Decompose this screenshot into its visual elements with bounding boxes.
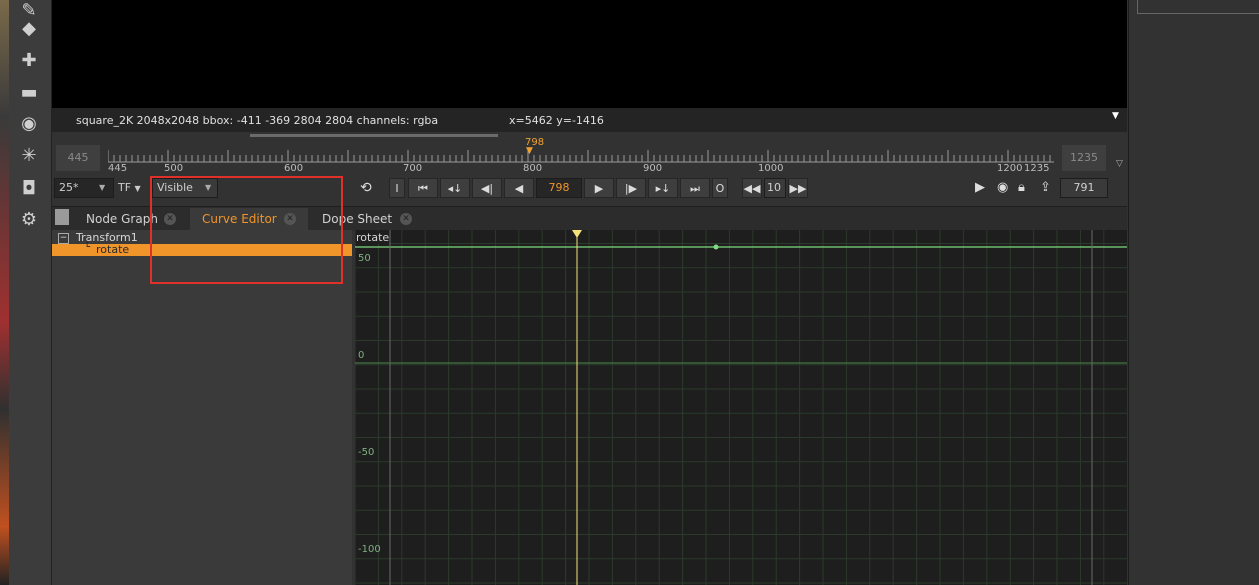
tick-label: 1200 (997, 163, 1023, 174)
skip-start-icon: ⏮ (418, 182, 428, 195)
collapse-icon[interactable]: − (58, 233, 69, 244)
cursor-coords: x=5462 y=-1416 (509, 114, 604, 127)
play-back-icon: ◀ (514, 182, 524, 195)
keyframe-point[interactable] (713, 244, 719, 250)
y-axis-label: -50 (358, 447, 375, 458)
flame-icon[interactable]: ◉ (18, 113, 40, 135)
playback-mode-icon[interactable]: ▶ (975, 180, 985, 195)
playhead-handle[interactable] (572, 230, 582, 238)
image-info: square_2K 2048x2048 bbox: -411 -369 2804… (76, 114, 439, 127)
highlight-annotation-box (150, 176, 343, 284)
lock-icon[interactable]: 🔒︎ (1018, 180, 1025, 195)
tick-label: 1235 (1024, 163, 1050, 174)
end-frame-field[interactable]: 791 (1060, 178, 1108, 198)
tick-label: 500 (164, 163, 184, 174)
tf-label: TF (118, 181, 132, 194)
rewind-icon: ◀◀ (743, 182, 761, 195)
tick-label: 600 (284, 163, 304, 174)
curve-graph[interactable]: rotate 50 0 -50 -100 (355, 230, 1127, 585)
step-back-increment-button[interactable]: ◀◀ (742, 178, 762, 198)
export-icon[interactable]: ⇪ (1040, 180, 1051, 195)
gear-icon[interactable]: ⚙ (18, 209, 40, 231)
curve-grid[interactable] (355, 230, 1127, 585)
viewer-canvas[interactable] (52, 0, 1127, 108)
tag-icon[interactable]: ◆ (18, 18, 40, 40)
loop-mode-icon[interactable]: ⟲ (360, 180, 372, 196)
fps-value: 25* (59, 181, 79, 194)
step-backward-button[interactable]: ◀ (504, 178, 534, 198)
next-keyframe-button[interactable]: ▸↓ (648, 178, 678, 198)
tick-label: 445 (108, 163, 128, 174)
chevron-down-icon: ▼ (134, 184, 141, 193)
particle-icon[interactable]: ✳ (18, 145, 40, 167)
drive-icon[interactable]: ▬ (18, 82, 40, 104)
mask-icon[interactable]: ◘ (18, 178, 40, 200)
go-to-end-button[interactable]: ⏭ (680, 178, 710, 198)
y-axis-label: -100 (358, 544, 381, 555)
tick-label: 900 (643, 163, 663, 174)
in-point-button[interactable]: I (389, 178, 405, 198)
desktop-background (0, 0, 9, 585)
y-axis-label: 50 (358, 253, 371, 264)
tf-dropdown[interactable]: TF ▼ (118, 181, 141, 194)
tree-knob-rotate[interactable]: rotate (96, 244, 129, 256)
tab-label: Node Graph (86, 212, 158, 226)
tick-label: 1000 (758, 163, 784, 174)
panel-menu-icon[interactable] (55, 209, 69, 225)
fast-forward-icon: ▶▶ (789, 182, 807, 195)
in-frame-field[interactable]: 445 (56, 145, 100, 171)
wrench-icon[interactable]: ✚ (18, 50, 40, 72)
left-toolbar: ✎ ◆ ✚ ▬ ◉ ✳ ◘ ⚙ (9, 0, 52, 585)
viewer-info-bar: square_2K 2048x2048 bbox: -411 -369 2804… (52, 108, 1127, 132)
step-forward-button[interactable]: |▶ (616, 178, 646, 198)
frame-increment-field[interactable]: 10 (764, 178, 786, 198)
skip-end-icon: ⏭ (690, 182, 700, 195)
step-back-icon: ◀| (480, 182, 494, 195)
record-icon[interactable]: ◉ (997, 180, 1008, 195)
step-forward-increment-button[interactable]: ▶▶ (788, 178, 808, 198)
viewer-menu-icon[interactable]: ▼ (1112, 111, 1119, 121)
prev-key-icon: ◂↓ (447, 182, 463, 195)
prev-keyframe-button[interactable]: ◂↓ (440, 178, 470, 198)
tree-branch-icon: └ (84, 242, 91, 253)
tick-label: 800 (523, 163, 543, 174)
play-forward-button[interactable]: ▶ (584, 178, 614, 198)
go-to-start-button[interactable]: ⏮ (408, 178, 438, 198)
fps-dropdown[interactable]: 25* ▼ (54, 178, 114, 198)
chevron-down-icon: ▼ (99, 183, 106, 192)
curve-label: rotate (356, 231, 390, 244)
timeline-expand-icon[interactable]: ▽ (1116, 159, 1123, 169)
properties-header (1137, 0, 1259, 14)
next-key-icon: ▸↓ (655, 182, 671, 195)
close-icon[interactable]: ✕ (400, 213, 412, 225)
current-frame-field[interactable]: 798 (536, 178, 582, 198)
play-backward-button[interactable]: ◀| (472, 178, 502, 198)
properties-panel (1128, 0, 1259, 585)
out-point-button[interactable]: O (712, 178, 728, 198)
timeline-ruler[interactable] (108, 145, 1054, 165)
out-frame-field[interactable]: 1235 (1062, 145, 1106, 171)
tick-label: 700 (403, 163, 423, 174)
y-axis-label: 0 (358, 350, 365, 361)
play-icon: ▶ (594, 182, 604, 195)
playhead-triangle-icon[interactable]: ▼ (526, 146, 533, 156)
step-forward-icon: |▶ (624, 182, 638, 195)
